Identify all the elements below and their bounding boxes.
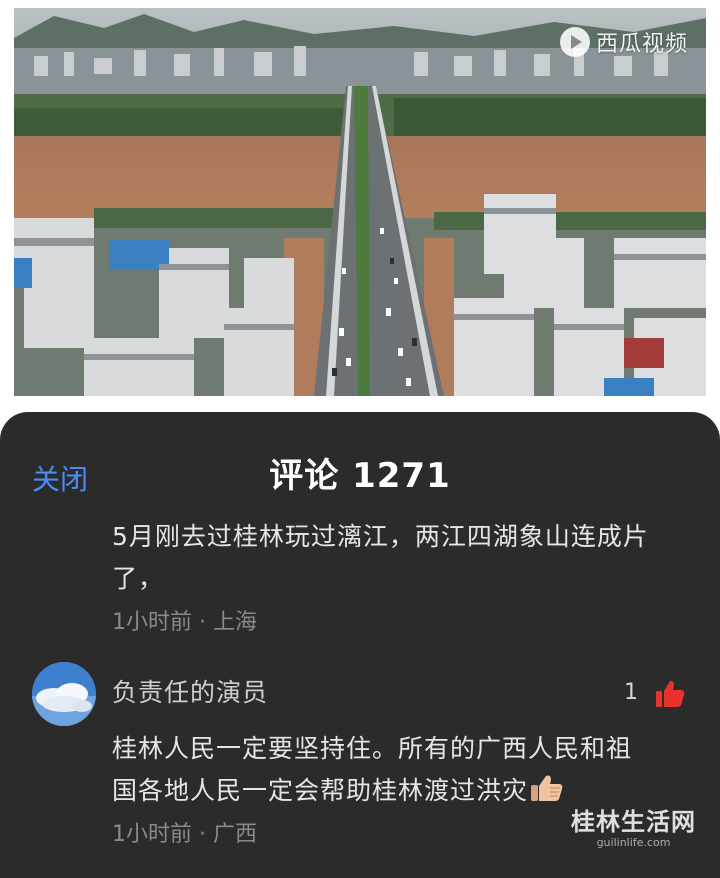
like-button[interactable]: [654, 678, 686, 710]
play-circle-icon: [559, 27, 590, 57]
comment-sheet: 关闭 评论 1271 5月刚去过桂林玩过漓江，两江四湖象山连成片 了， 1小时前…: [0, 412, 720, 878]
comment-meta: 1小时前 · 上海: [112, 610, 257, 635]
avatar-image: [32, 662, 96, 726]
video-logo: 西瓜视频: [559, 26, 688, 58]
comment-text-line-content: 国各地人民一定会帮助桂林渡过洪灾: [112, 776, 529, 805]
video-logo-text: 西瓜视频: [595, 32, 688, 57]
sheet-header: 关闭 评论 1271: [0, 452, 720, 500]
watermark-sub: guilinlife.com: [596, 836, 671, 849]
comment-author[interactable]: 负责任的演员: [112, 676, 268, 710]
comment-text-line: 国各地人民一定会帮助桂林渡过洪灾: [112, 770, 702, 812]
thumbs-up-emoji: [531, 775, 563, 801]
video-area: 西瓜视频: [0, 0, 720, 440]
comment-text-line: 了，: [112, 564, 165, 593]
comment-text: 5月刚去过桂林玩过漓江，两江四湖象山连成片 了，: [112, 516, 702, 600]
comment-text-line: 5月刚去过桂林玩过漓江，两江四湖象山连成片: [112, 522, 649, 551]
like-count: 1: [624, 680, 638, 705]
comment-meta: 1小时前 · 广西: [112, 822, 257, 847]
watermark: 桂林生活网 guilinlife.com: [571, 808, 696, 850]
video-frame-image: [14, 8, 706, 396]
sheet-title: 评论 1271: [269, 456, 451, 496]
thumbs-up-icon: [656, 680, 685, 707]
comment-text: 桂林人民一定要坚持住。所有的广西人民和祖 国各地人民一定会帮助桂林渡过洪灾: [112, 728, 702, 812]
watermark-main: 桂林生活网: [571, 808, 696, 836]
video-player[interactable]: 西瓜视频: [14, 8, 706, 396]
comment-text-line: 桂林人民一定要坚持住。所有的广西人民和祖: [112, 734, 633, 763]
avatar[interactable]: [32, 662, 96, 726]
